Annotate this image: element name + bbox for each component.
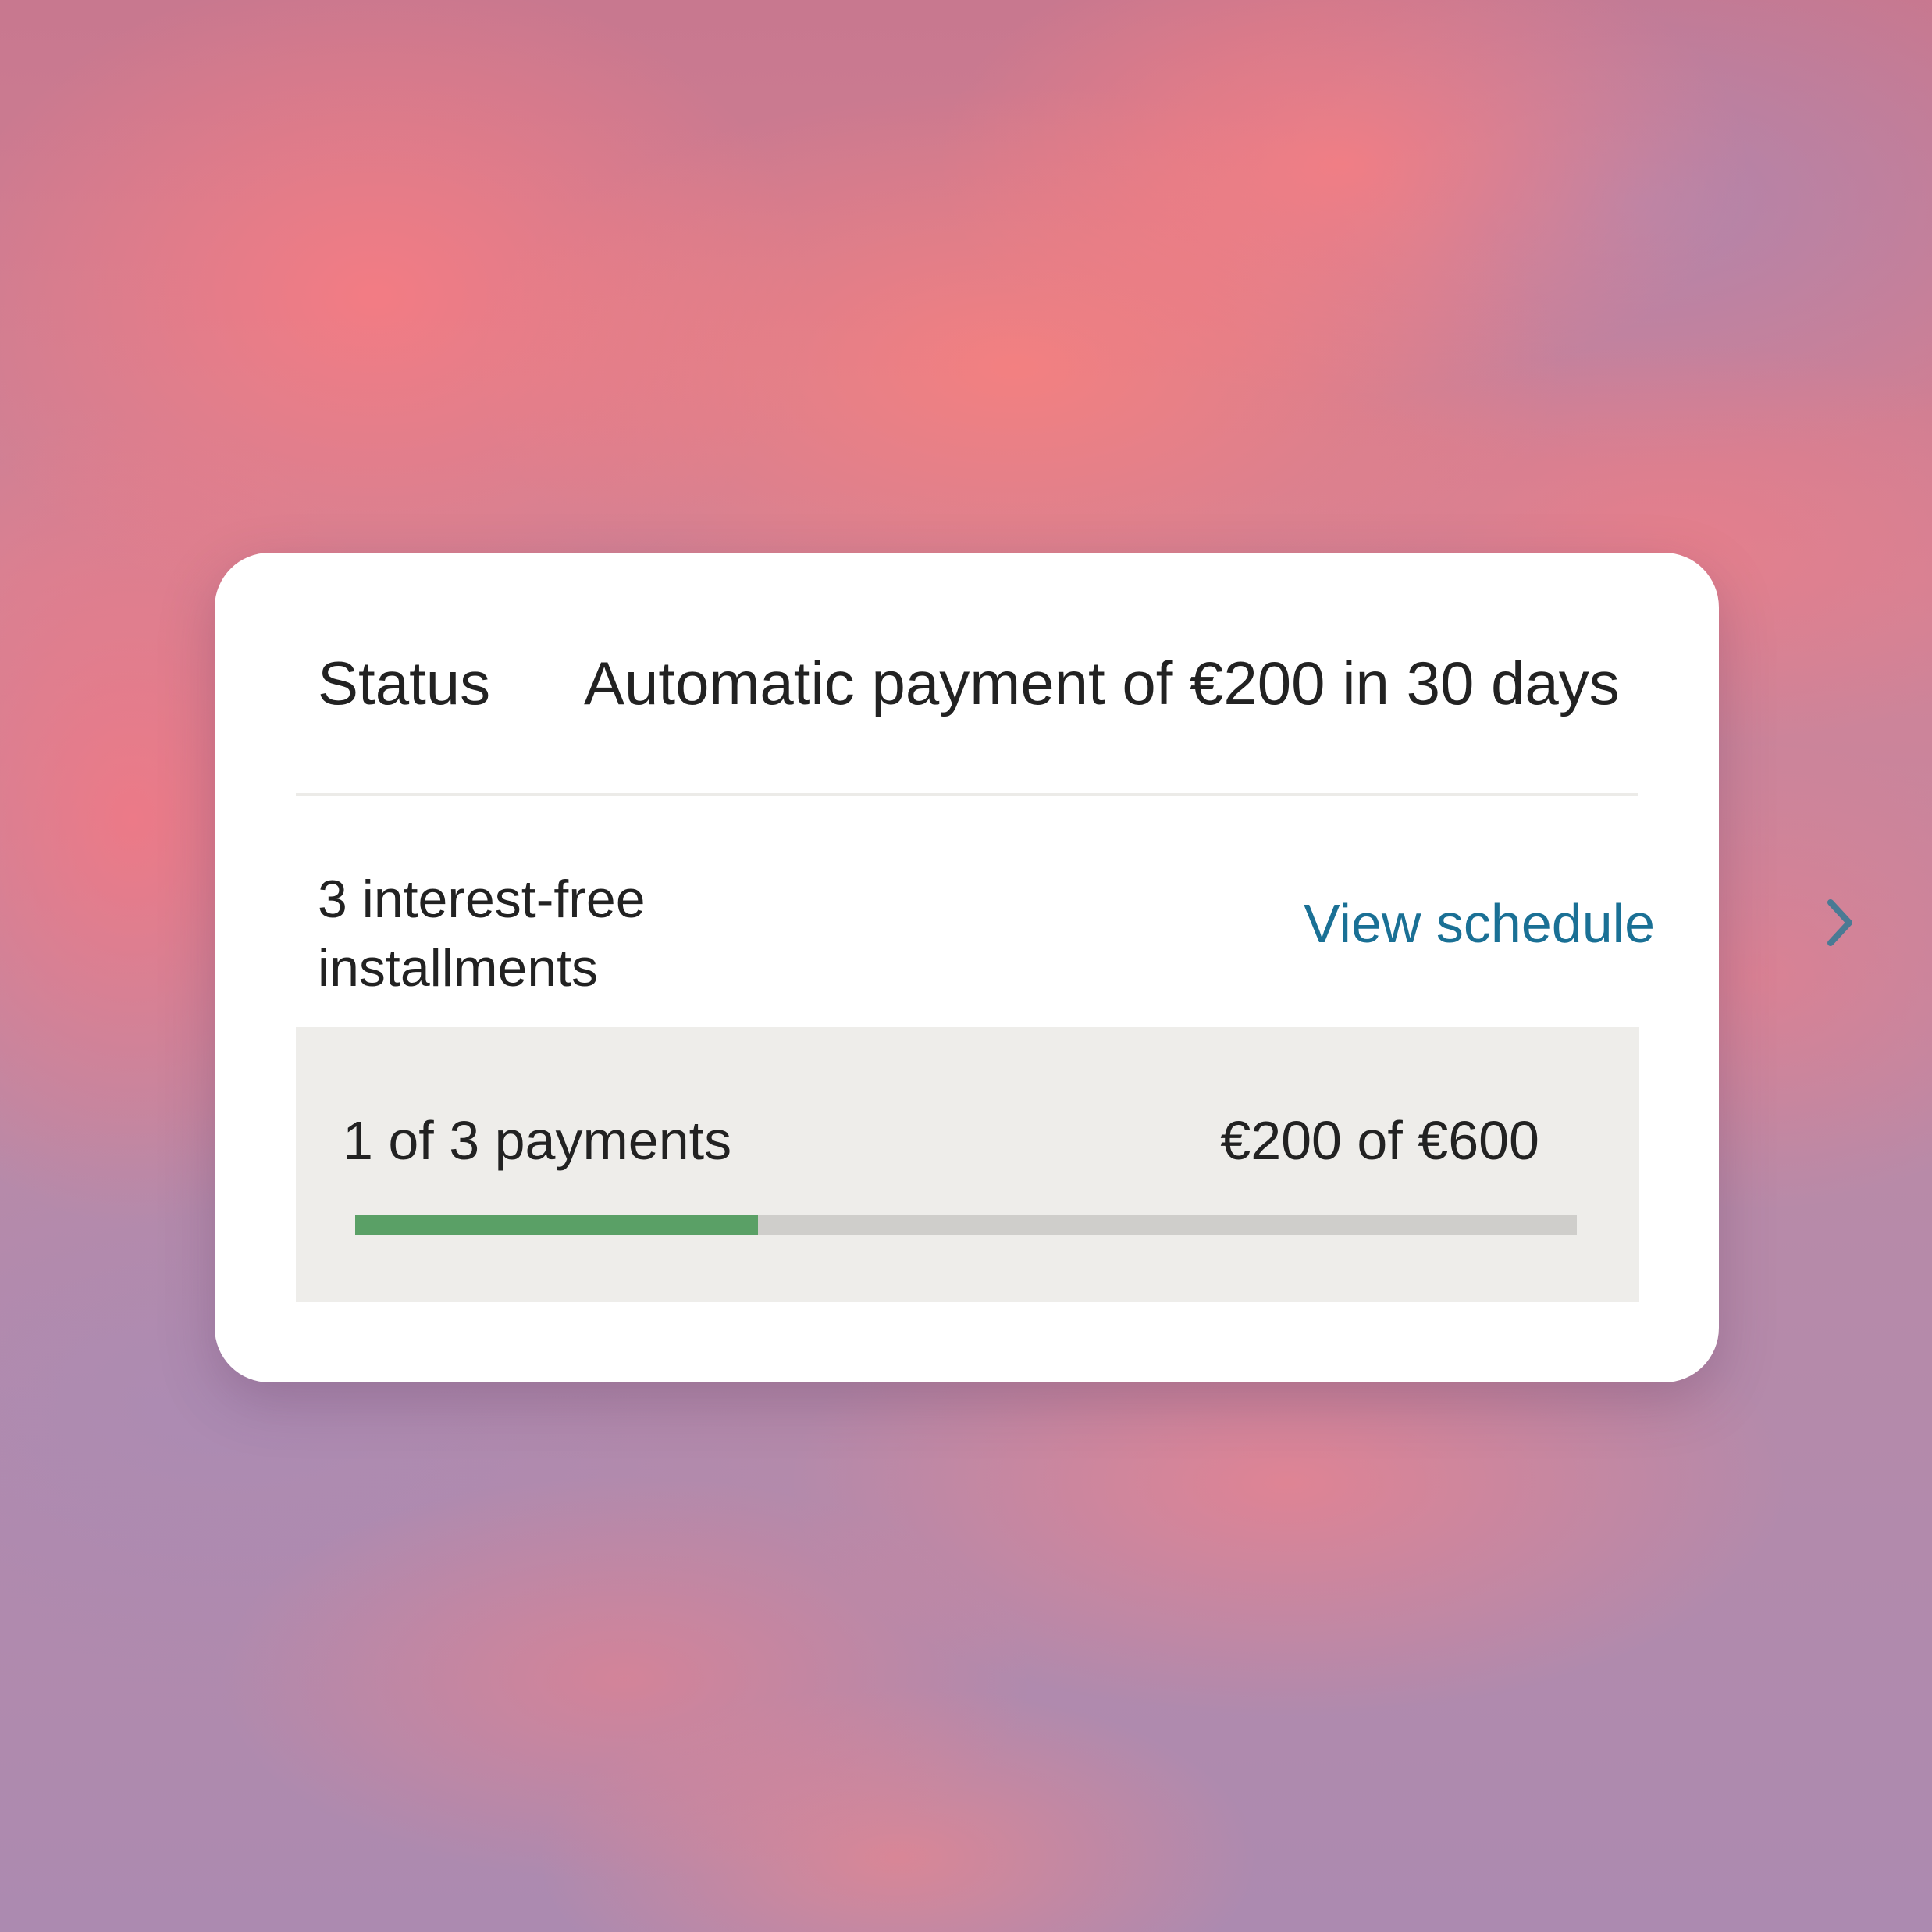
progress-bar-fill [355,1215,759,1235]
installment-plan-label: 3 interest-free installments [318,870,646,998]
status-label: Status [318,649,491,717]
view-schedule-label[interactable]: View schedule [1304,888,1655,959]
status-value: Automatic payment of €200 in 30 days [584,649,1620,717]
progress-bar-track [355,1215,1577,1235]
installment-status-card: Status Automatic payment of €200 in 30 d… [215,553,1852,1382]
amount-paid-label: €200 of €600 [1220,1110,1539,1171]
payments-count-label: 1 of 3 payments [343,1110,732,1171]
status-row: Status Automatic payment of €200 in 30 d… [215,553,1719,795]
chevron-right-icon[interactable] [1823,896,1857,949]
divider [296,793,1638,796]
view-schedule-link[interactable]: View schedule [1089,881,1852,968]
payment-progress-panel: 1 of 3 payments €200 of €600 [296,1027,1639,1302]
